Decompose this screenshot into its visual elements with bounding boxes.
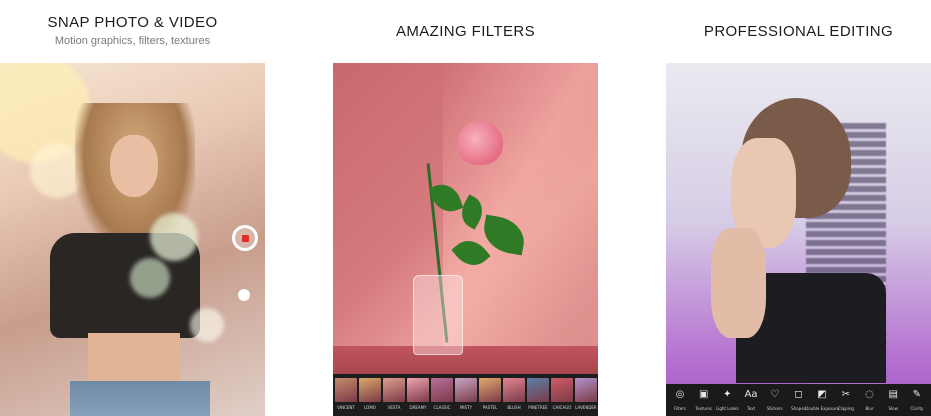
filter-item-chicago[interactable]: CHICAGO	[551, 378, 573, 416]
rose-flower	[457, 121, 503, 165]
editing-preview: ◎ Filters ▣ Textures ✦ Light Leaks Aa Text ♡ Stic…	[666, 63, 931, 416]
table-surface	[333, 346, 598, 374]
filter-thumbnail	[359, 378, 381, 402]
clarity-icon: ✎	[912, 389, 922, 400]
light-leaks-icon: ✦	[723, 389, 732, 400]
filter-thumbnail	[551, 378, 573, 402]
bokeh-light	[130, 258, 170, 298]
double-exposure-icon: ◩	[817, 389, 827, 400]
glass-vase	[413, 275, 463, 355]
filter-label: PASTEL	[482, 405, 498, 410]
stickers-icon: ♡	[770, 389, 780, 400]
filter-label: LAVENDER	[575, 405, 597, 410]
tool-clipping[interactable]: ✂ Clipping	[835, 384, 857, 416]
tool-label: Blur	[865, 406, 874, 411]
capture-mode-dot[interactable]	[238, 289, 250, 301]
slow-icon: ▤	[888, 389, 898, 400]
tool-label: Light Leaks	[716, 406, 739, 411]
tool-label: Text	[747, 406, 756, 411]
person-midriff	[88, 333, 180, 383]
filter-thumbnail	[383, 378, 405, 402]
filter-thumbnail	[335, 378, 357, 402]
tool-label: Shapes	[791, 406, 806, 411]
filter-item-lomo[interactable]: LOMO	[359, 378, 381, 416]
text-icon: Aa	[744, 389, 758, 400]
tool-double-exposure[interactable]: ◩ Double Exposure	[805, 384, 839, 416]
shapes-icon: ◻	[794, 389, 803, 400]
filter-thumbnail	[503, 378, 525, 402]
filter-thumbnail	[455, 378, 477, 402]
filter-label: MISTY	[459, 405, 473, 410]
filter-item-vincent[interactable]: VINCENT	[335, 378, 357, 416]
filter-item-vesta[interactable]: VESTA	[383, 378, 405, 416]
filter-label: VINCENT	[337, 405, 355, 410]
editing-toolbar: ◎ Filters ▣ Textures ✦ Light Leaks Aa Text ♡ Stic…	[666, 384, 931, 416]
filters-icon: ◎	[675, 389, 685, 400]
tool-slow[interactable]: ▤ Slow	[882, 384, 904, 416]
tool-light-leaks[interactable]: ✦ Light Leaks	[716, 384, 739, 416]
tool-label: Slow	[888, 406, 898, 411]
blur-icon: ◌	[865, 389, 874, 400]
filter-strip: VINCENT LOMO VESTA DREAMY CLASSIC MISTY PASTEL…	[333, 374, 598, 416]
filter-thumbnail	[431, 378, 453, 402]
record-button[interactable]	[232, 225, 258, 251]
panel-title: SNAP PHOTO & VIDEO	[47, 14, 218, 31]
filter-item-dreamy[interactable]: DREAMY	[407, 378, 429, 416]
filter-preview: VINCENT LOMO VESTA DREAMY CLASSIC MISTY PASTEL…	[333, 63, 598, 416]
filter-label: VESTA	[387, 405, 401, 410]
record-icon	[242, 235, 249, 242]
filter-item-blush[interactable]: BLUSH	[503, 378, 525, 416]
filter-item-misty[interactable]: MISTY	[455, 378, 477, 416]
tool-textures[interactable]: ▣ Textures	[693, 384, 715, 416]
tool-label: Filters	[674, 406, 686, 411]
bokeh-light	[150, 213, 198, 261]
tool-clarity[interactable]: ✎ Clarity	[906, 384, 928, 416]
tool-text[interactable]: Aa Text	[740, 384, 762, 416]
filter-item-classic[interactable]: CLASSIC	[431, 378, 453, 416]
tool-blur[interactable]: ◌ Blur	[859, 384, 881, 416]
filter-label: DREAMY	[409, 405, 427, 410]
filter-thumbnail	[407, 378, 429, 402]
tool-filters[interactable]: ◎ Filters	[669, 384, 691, 416]
filter-thumbnail	[527, 378, 549, 402]
tool-label: Clarity	[910, 406, 924, 411]
tool-label: Clipping	[837, 406, 854, 411]
filter-thumbnail	[575, 378, 597, 402]
filter-item-pinetree[interactable]: PINETREE	[527, 378, 549, 416]
tool-shapes[interactable]: ◻ Shapes	[787, 384, 809, 416]
clipping-icon: ✂	[841, 389, 850, 400]
filter-thumbnail	[479, 378, 501, 402]
filter-label: LOMO	[364, 405, 376, 410]
filter-label: CHICAGO	[552, 405, 572, 410]
person-face	[110, 135, 158, 197]
textures-icon: ▣	[698, 389, 709, 400]
panel-subtitle: Motion graphics, filters, textures	[54, 35, 211, 47]
bokeh-light	[190, 308, 224, 342]
filter-label: BLUSH	[507, 405, 521, 410]
filter-item-pastel[interactable]: PASTEL	[479, 378, 501, 416]
person-jeans	[70, 381, 210, 416]
tool-label: Textures	[695, 406, 713, 411]
panel-title: PROFESSIONAL EDITING	[703, 23, 894, 40]
filter-label: CLASSIC	[433, 405, 451, 410]
person-hands	[711, 228, 766, 338]
filter-item-lavender[interactable]: LAVENDER	[575, 378, 597, 416]
camera-preview	[0, 63, 265, 416]
tool-label: Stickers	[766, 406, 783, 411]
panel-title: AMAZING FILTERS	[395, 23, 536, 40]
tool-stickers[interactable]: ♡ Stickers	[764, 384, 786, 416]
filter-label: PINETREE	[528, 405, 548, 410]
